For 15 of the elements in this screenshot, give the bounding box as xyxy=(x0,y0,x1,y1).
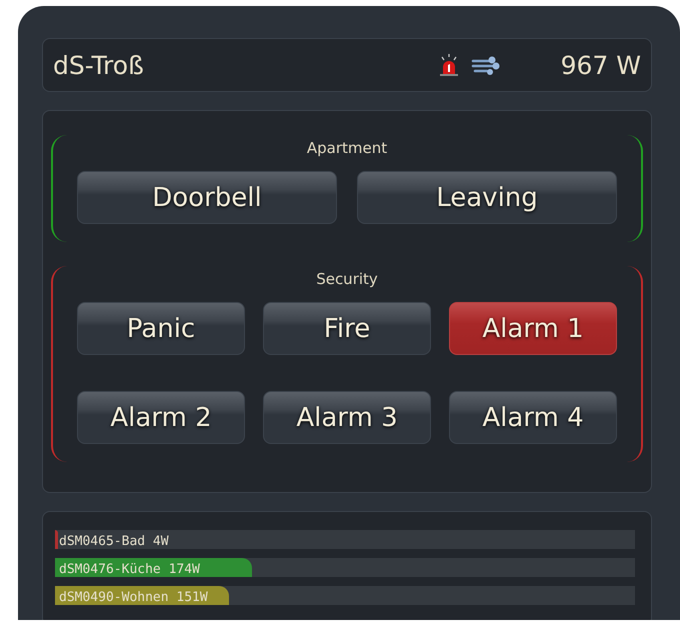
scene-button[interactable]: Alarm 4 xyxy=(449,391,617,444)
scene-button[interactable]: Alarm 2 xyxy=(77,391,245,444)
meter-label: dSM0490-Wohnen 151W xyxy=(58,590,208,605)
group-title: Apartment xyxy=(306,139,388,157)
site-title: dS-Troß xyxy=(53,50,145,80)
meter-label: dSM0465-Bad 4W xyxy=(58,534,169,549)
scene-button[interactable]: Alarm 1 xyxy=(449,302,617,355)
scene-button[interactable]: Alarm 3 xyxy=(263,391,431,444)
scene-button[interactable]: Panic xyxy=(77,302,245,355)
scene-button[interactable]: Fire xyxy=(263,302,431,355)
group-title: Security xyxy=(316,270,378,288)
scene-button[interactable]: Leaving xyxy=(357,171,617,224)
meter-label: dSM0476-Küche 174W xyxy=(58,562,200,577)
scene-button[interactable]: Doorbell xyxy=(77,171,337,224)
power-reading: 967 W xyxy=(560,50,641,80)
